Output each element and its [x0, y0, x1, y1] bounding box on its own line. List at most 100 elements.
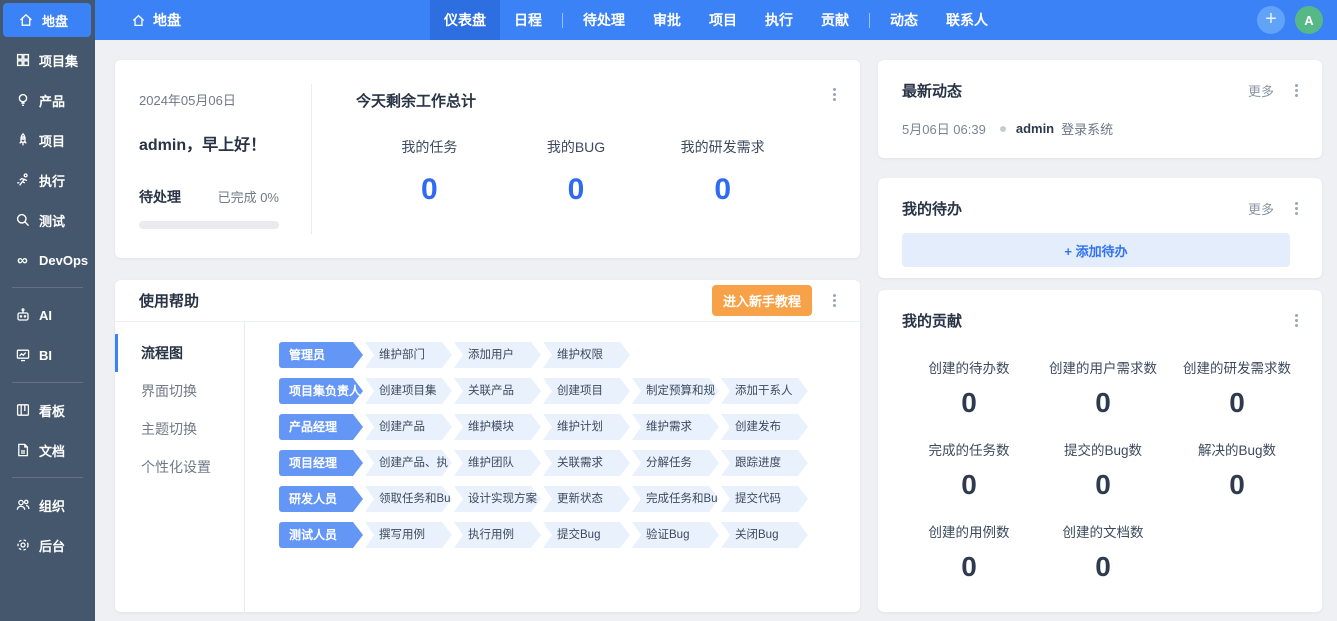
help-card-title: 使用帮助	[139, 290, 712, 311]
stat-value: 0	[1036, 551, 1170, 583]
stat-my-bugs: 我的BUG 0	[503, 137, 650, 207]
stat-created-todos: 创建的待办数 0	[902, 357, 1036, 419]
topnav-tab-calendar[interactable]: 日程	[500, 0, 556, 40]
flow-step: 分解任务	[632, 450, 719, 476]
more-link[interactable]: 更多	[1248, 199, 1274, 218]
sidebar-item-execution[interactable]: 执行	[0, 160, 95, 200]
help-tab-ui-switch[interactable]: 界面切换	[115, 372, 244, 410]
topnav-tab-dashboard[interactable]: 仪表盘	[430, 0, 500, 40]
sidebar-item-project[interactable]: 项目	[0, 120, 95, 160]
overview-greeting-block: 2024年05月06日 admin，早上好！ 待处理 已完成 0%	[139, 82, 311, 236]
stat-resolved-bugs: 解决的Bug数 0	[1170, 439, 1304, 501]
home-icon	[17, 12, 34, 29]
kanban-icon	[14, 402, 31, 419]
topnav-tab-execution[interactable]: 执行	[751, 0, 807, 40]
help-tab-flowchart[interactable]: 流程图	[115, 334, 244, 372]
topnav-tab-dynamic[interactable]: 动态	[876, 0, 932, 40]
avatar[interactable]: A	[1295, 6, 1323, 34]
stat-created-dev-stories: 创建的研发需求数 0	[1170, 357, 1304, 419]
sidebar-item-label: 地盘	[42, 11, 68, 30]
sidebar-item-label: 产品	[39, 91, 65, 110]
topnav-divider	[869, 13, 870, 28]
flow-step: 创建项目集	[365, 378, 452, 404]
completed-label: 已完成 0%	[218, 187, 279, 206]
flow-role-tag: 项目经理	[279, 450, 363, 476]
kebab-menu-icon[interactable]	[826, 86, 842, 102]
stat-value: 0	[902, 551, 1036, 583]
sidebar-divider	[12, 287, 83, 288]
add-todo-button[interactable]: + 添加待办	[902, 233, 1290, 267]
sidebar-item-devops[interactable]: ∞ DevOps	[0, 240, 95, 280]
sidebar-item-product[interactable]: 产品	[0, 80, 95, 120]
help-tab-theme-switch[interactable]: 主题切换	[115, 410, 244, 448]
kebab-menu-icon[interactable]	[1288, 313, 1304, 329]
sidebar-item-qa[interactable]: 测试	[0, 200, 95, 240]
pending-row: 待处理 已完成 0%	[139, 187, 279, 207]
flowchart-panel: 管理员 维护部门 添加用户 维护权限 项目集负责人 创建项目集 关联产品 创建项…	[245, 322, 860, 612]
flow-role-tag: 项目集负责人	[279, 378, 363, 404]
topnav-tab-project[interactable]: 项目	[695, 0, 751, 40]
flow-step: 添加干系人	[721, 378, 808, 404]
stat-label: 创建的待办数	[902, 357, 1036, 377]
sidebar-item-label: 项目集	[39, 51, 78, 70]
help-tab-personalize[interactable]: 个性化设置	[115, 448, 244, 486]
topnav-tab-contribution[interactable]: 贡献	[807, 0, 863, 40]
tutorial-button[interactable]: 进入新手教程	[712, 285, 812, 316]
sidebar-item-label: 文档	[39, 441, 65, 460]
topnav-tab-contacts[interactable]: 联系人	[932, 0, 1002, 40]
stat-created-docs: 创建的文档数 0	[1036, 521, 1170, 583]
flow-role-tag: 产品经理	[279, 414, 363, 440]
topnav-tab-todo[interactable]: 待处理	[569, 0, 639, 40]
stat-label: 我的任务	[356, 137, 503, 157]
flow-step: 创建发布	[721, 414, 808, 440]
lightbulb-icon	[14, 92, 31, 109]
stat-value[interactable]: 0	[649, 173, 796, 207]
main-column: 地盘 仪表盘 日程 待处理 审批 项目 执行 贡献 动态 联系人 + A 202…	[95, 0, 1337, 621]
sidebar-item-label: AI	[39, 308, 52, 323]
stat-label: 创建的用户需求数	[1036, 357, 1170, 377]
card-title: 我的待办	[902, 198, 1248, 219]
kebab-menu-icon[interactable]	[1288, 83, 1304, 99]
topnav-tab-review[interactable]: 审批	[639, 0, 695, 40]
sidebar-item-kanban[interactable]: 看板	[0, 390, 95, 430]
stat-value[interactable]: 0	[356, 173, 503, 207]
stat-value: 0	[1170, 387, 1304, 419]
monitor-icon	[14, 347, 31, 364]
contribution-grid: 创建的待办数 0 创建的用户需求数 0 创建的研发需求数 0 完成的任务数 0	[902, 357, 1304, 583]
flow-step: 维护权限	[543, 342, 630, 368]
flow-step: 关闭Bug	[721, 522, 808, 548]
sidebar-item-org[interactable]: 组织	[0, 485, 95, 525]
sidebar-divider	[12, 382, 83, 383]
flow-step: 关联产品	[454, 378, 541, 404]
stat-value[interactable]: 0	[503, 173, 650, 207]
kebab-menu-icon[interactable]	[1288, 201, 1304, 217]
help-card-header: 使用帮助 进入新手教程	[115, 280, 860, 322]
topbar-brand-label: 地盘	[153, 10, 181, 30]
sidebar-item-program[interactable]: 项目集	[0, 40, 95, 80]
help-tab-list: 流程图 界面切换 主题切换 个性化设置	[115, 322, 245, 612]
sidebar-item-ai[interactable]: AI	[0, 295, 95, 335]
sidebar-item-label: BI	[39, 348, 52, 363]
sidebar-item-dashboard[interactable]: 地盘	[3, 3, 91, 37]
flow-row-admin: 管理员 维护部门 添加用户 维护权限	[279, 342, 860, 368]
stat-label: 我的研发需求	[649, 137, 796, 157]
topbar-brand[interactable]: 地盘	[95, 10, 181, 30]
kebab-menu-icon[interactable]	[826, 293, 842, 309]
sidebar-item-doc[interactable]: 文档	[0, 430, 95, 470]
create-button[interactable]: +	[1257, 6, 1285, 34]
flow-role-tag: 测试人员	[279, 522, 363, 548]
sidebar-item-label: 项目	[39, 131, 65, 150]
flow-row-program-manager: 项目集负责人 创建项目集 关联产品 创建项目 制定预算和规 添加干系人	[279, 378, 860, 404]
sidebar-item-bi[interactable]: BI	[0, 335, 95, 375]
overview-card: 2024年05月06日 admin，早上好！ 待处理 已完成 0% 今天剩余工作…	[115, 60, 860, 258]
sidebar-item-admin[interactable]: 后台	[0, 525, 95, 565]
stat-label: 创建的文档数	[1036, 521, 1170, 541]
flow-step: 维护部门	[365, 342, 452, 368]
run-icon	[14, 172, 31, 189]
topnav: 仪表盘 日程 待处理 审批 项目 执行 贡献 动态 联系人	[430, 0, 1002, 40]
flow-step: 撰写用例	[365, 522, 452, 548]
sidebar-item-label: DevOps	[39, 253, 88, 268]
news-user[interactable]: admin	[1016, 121, 1054, 136]
flow-step: 添加用户	[454, 342, 541, 368]
more-link[interactable]: 更多	[1248, 81, 1274, 100]
